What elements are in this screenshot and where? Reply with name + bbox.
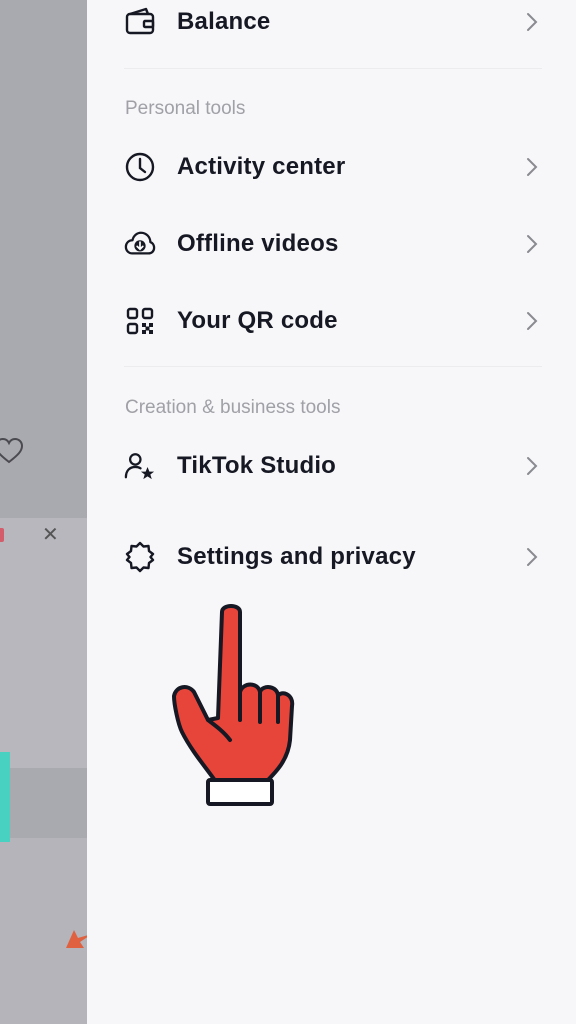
wallet-icon — [124, 6, 156, 38]
background-badge — [0, 528, 4, 542]
menu-item-settings-privacy[interactable]: Settings and privacy — [87, 527, 576, 587]
menu-item-label: Your QR code — [177, 307, 338, 334]
chevron-right-icon — [527, 235, 538, 253]
heart-icon — [0, 437, 24, 464]
user-star-icon — [124, 450, 156, 482]
qr-code-icon — [124, 305, 156, 337]
pointing-hand-icon — [172, 604, 295, 806]
menu-item-qr-code[interactable]: Your QR code — [87, 291, 576, 351]
menu-item-offline-videos[interactable]: Offline videos — [87, 214, 576, 274]
background-screen[interactable]: ✕ — [0, 0, 87, 1024]
chevron-right-icon — [527, 13, 538, 31]
menu-item-label: Settings and privacy — [177, 543, 416, 570]
arrow-icon — [66, 930, 87, 948]
section-header-personal-tools: Personal tools — [125, 98, 246, 119]
chevron-right-icon — [527, 312, 538, 330]
background-panel — [0, 518, 87, 768]
section-header-creation-tools: Creation & business tools — [125, 397, 341, 418]
menu-item-label: Offline videos — [177, 230, 339, 257]
chevron-right-icon — [527, 158, 538, 176]
divider — [124, 68, 542, 69]
menu-item-label: TikTok Studio — [177, 452, 337, 479]
divider — [124, 366, 542, 367]
menu-item-balance[interactable]: Balance — [87, 0, 576, 52]
menu-item-label: Activity center — [177, 153, 346, 180]
close-icon: ✕ — [42, 522, 59, 546]
menu-item-label: Balance — [177, 8, 271, 35]
cloud-download-icon — [124, 228, 156, 260]
chevron-right-icon — [527, 457, 538, 475]
menu-item-tiktok-studio[interactable]: TikTok Studio — [87, 436, 576, 496]
chevron-right-icon — [527, 548, 538, 566]
menu-drawer: Balance Personal tools Activity center O… — [87, 0, 576, 1024]
clock-icon — [124, 151, 156, 183]
background-accent — [0, 752, 10, 842]
gear-icon — [124, 541, 156, 573]
menu-item-activity-center[interactable]: Activity center — [87, 137, 576, 197]
